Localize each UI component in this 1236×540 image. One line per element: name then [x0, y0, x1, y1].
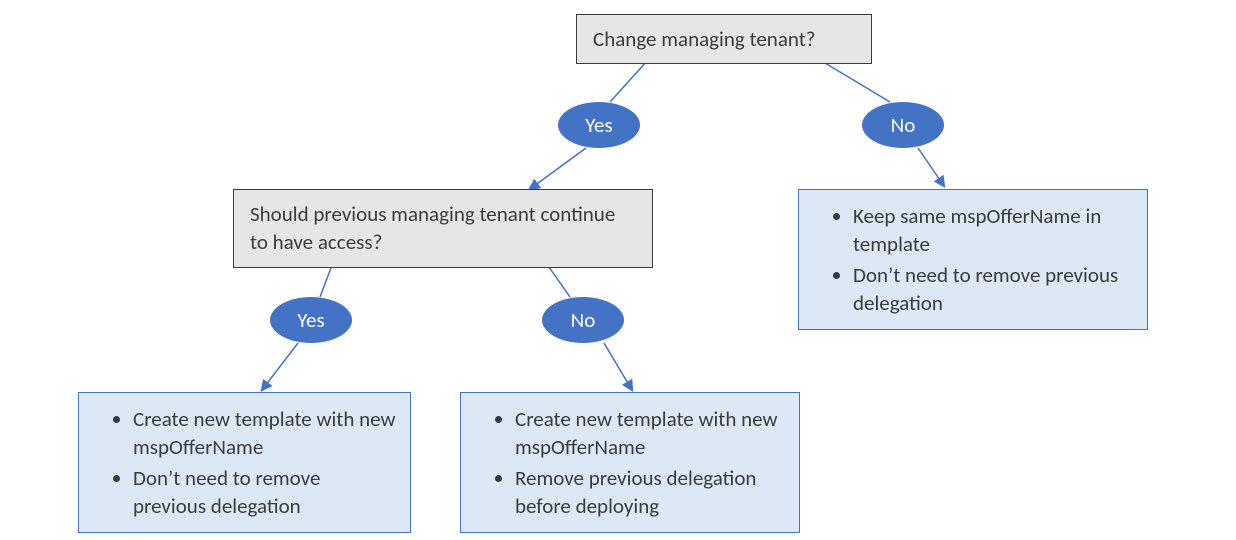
- result-item: Don’t need to remove previous delegation: [133, 464, 396, 521]
- decision-text: Should previous managing tenant continue…: [250, 201, 615, 255]
- result-item: Create new template with new mspOfferNam…: [515, 405, 785, 462]
- branch-label-text: Yes: [585, 112, 612, 138]
- branch-label-text: No: [891, 112, 916, 138]
- result-list: Create new template with new mspOfferNam…: [471, 405, 785, 520]
- branch-label-yes: Yes: [558, 102, 640, 148]
- decision-previous-tenant-access: Should previous managing tenant continue…: [233, 189, 653, 268]
- flowchart-canvas: Change managing tenant? Yes No Should pr…: [0, 0, 1236, 540]
- result-item: Don’t need to remove previous delegation: [853, 261, 1133, 318]
- branch-label-yes: Yes: [270, 297, 352, 343]
- result-create-template-keep-delegation: Create new template with new mspOfferNam…: [78, 392, 411, 533]
- result-list: Keep same mspOfferName in template Don’t…: [809, 202, 1133, 317]
- result-item: Keep same mspOfferName in template: [853, 202, 1133, 259]
- result-list: Create new template with new mspOfferNam…: [89, 405, 396, 520]
- branch-label-no: No: [542, 297, 624, 343]
- result-keep-same-offer: Keep same mspOfferName in template Don’t…: [798, 189, 1148, 330]
- branch-label-text: Yes: [297, 307, 324, 333]
- result-item: Remove previous delegation before deploy…: [515, 464, 785, 521]
- decision-text: Change managing tenant?: [593, 26, 815, 52]
- result-create-template-remove-delegation: Create new template with new mspOfferNam…: [460, 392, 800, 533]
- branch-label-no: No: [862, 102, 944, 148]
- branch-label-text: No: [571, 307, 596, 333]
- decision-change-managing-tenant: Change managing tenant?: [576, 14, 872, 64]
- result-item: Create new template with new mspOfferNam…: [133, 405, 396, 462]
